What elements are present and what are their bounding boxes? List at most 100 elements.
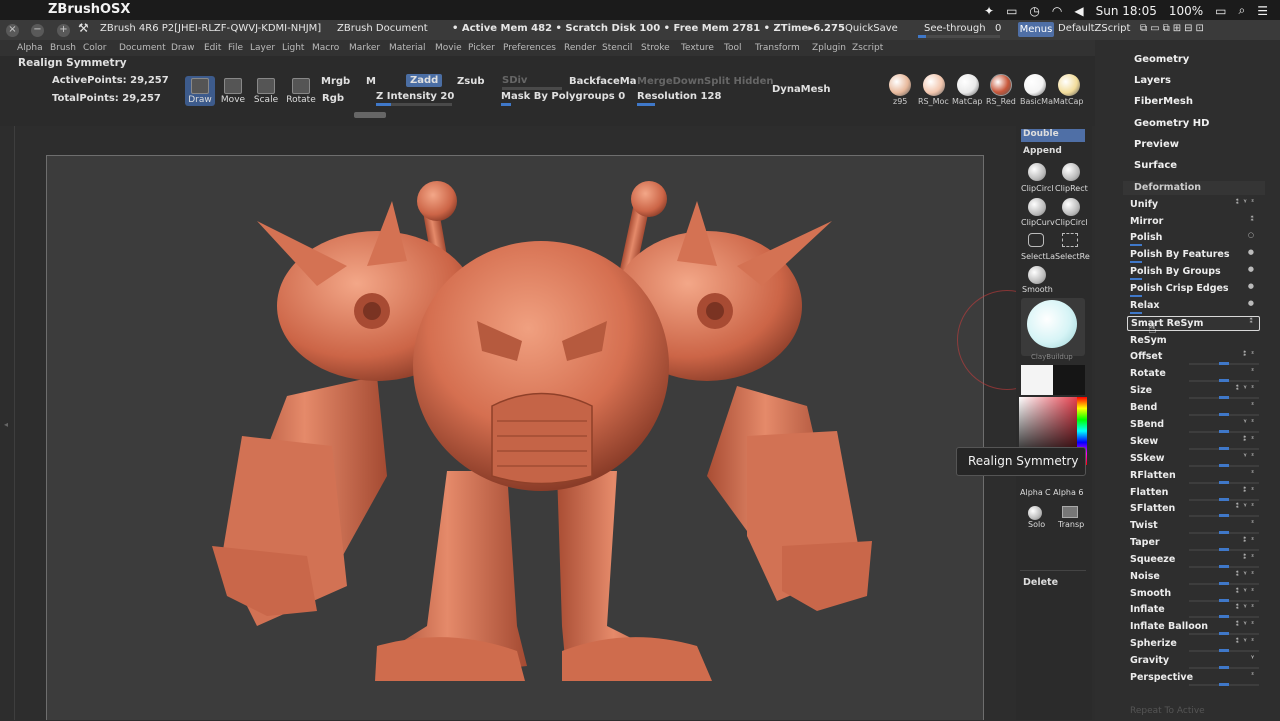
polish-toggle-icon[interactable]: ● bbox=[1248, 282, 1255, 290]
seethrough-value[interactable]: 0 bbox=[995, 23, 1001, 34]
menu-brush[interactable]: Brush bbox=[50, 43, 76, 53]
battery-text[interactable]: 100% bbox=[1169, 4, 1203, 18]
slider-knob[interactable] bbox=[1219, 565, 1229, 568]
alpha-label[interactable]: Alpha bbox=[1020, 488, 1043, 497]
shelf-scroll-handle[interactable] bbox=[354, 112, 386, 118]
slider-knob[interactable] bbox=[1219, 413, 1229, 416]
dynamesh-button[interactable]: DynaMesh bbox=[772, 84, 831, 95]
menu-alpha[interactable]: Alpha bbox=[17, 43, 43, 53]
append-button[interactable]: Append bbox=[1023, 146, 1062, 156]
cliprect-brush-icon[interactable] bbox=[1062, 163, 1080, 181]
menu-preferences[interactable]: Preferences bbox=[503, 43, 556, 53]
spotlight-icon[interactable]: ⌕ bbox=[1239, 3, 1246, 18]
deform-rflatten[interactable]: RFlatten ᶻ bbox=[1127, 469, 1260, 484]
deform-bend[interactable]: Bend ᶻ bbox=[1127, 401, 1260, 416]
selectrect-icon[interactable] bbox=[1062, 233, 1078, 247]
menu-stencil[interactable]: Stencil bbox=[602, 43, 632, 53]
split-hidden-button[interactable]: Split Hidden bbox=[704, 76, 774, 87]
material-z95-icon[interactable] bbox=[889, 74, 911, 96]
axis-icons[interactable]: ᵞ ᶻ bbox=[1244, 452, 1255, 460]
mrgb-button[interactable]: Mrgb bbox=[321, 76, 350, 87]
volume-icon[interactable]: ◀ bbox=[1074, 4, 1083, 18]
m-button[interactable]: M bbox=[366, 76, 376, 87]
axis-icons[interactable]: ⁑ ᵞ ᶻ bbox=[1236, 198, 1255, 206]
axis-icons[interactable]: ᶻ bbox=[1251, 671, 1255, 679]
deform-smart-resym[interactable]: Smart ReSym ⁑ bbox=[1127, 316, 1260, 331]
material-rs-red-icon[interactable] bbox=[990, 74, 1012, 96]
slider-knob[interactable] bbox=[1219, 582, 1229, 585]
zadd-button[interactable]: Zadd bbox=[406, 74, 443, 87]
deform-squeeze[interactable]: Squeeze ⁑ ᶻ bbox=[1127, 553, 1260, 568]
axis-icons[interactable]: ⁑ ᵞ ᶻ bbox=[1236, 384, 1255, 392]
close-icon[interactable]: × bbox=[6, 24, 19, 37]
polish-toggle-icon[interactable]: ● bbox=[1248, 265, 1255, 273]
axis-icons[interactable]: ⁑ ᶻ bbox=[1243, 486, 1255, 494]
clock-text[interactable]: Sun 18:05 bbox=[1096, 4, 1157, 18]
menu-transform[interactable]: Transform bbox=[755, 43, 800, 53]
axis-icons[interactable]: ⁑ bbox=[1249, 317, 1254, 325]
relax-toggle-icon[interactable]: ● bbox=[1248, 299, 1255, 307]
geometry-hd-header[interactable]: Geometry HD bbox=[1134, 118, 1209, 129]
deform-relax[interactable]: Relax ● bbox=[1127, 299, 1260, 314]
window-tools-icons[interactable]: ⧉▭⧉⊞⊟⊡ bbox=[1140, 23, 1207, 34]
deform-unify[interactable]: Unify ⁑ ᵞ ᶻ bbox=[1127, 198, 1260, 213]
deform-smooth[interactable]: Smooth ⁑ ᵞ ᶻ bbox=[1127, 587, 1260, 602]
menu-tool[interactable]: Tool bbox=[724, 43, 741, 53]
axis-icons[interactable]: ᵞ bbox=[1251, 654, 1255, 662]
deform-sflatten[interactable]: SFlatten ⁑ ᵞ ᶻ bbox=[1127, 502, 1260, 517]
axis-icons[interactable]: ⁑ bbox=[1250, 215, 1255, 223]
main-color-swatch[interactable] bbox=[1021, 365, 1053, 395]
minimize-icon[interactable]: − bbox=[31, 24, 44, 37]
menu-light[interactable]: Light bbox=[282, 43, 304, 53]
slider-knob[interactable] bbox=[1219, 599, 1229, 602]
smooth-brush-icon[interactable] bbox=[1028, 266, 1046, 284]
deform-gravity[interactable]: Gravity ᵞ bbox=[1127, 654, 1260, 669]
solo-icon[interactable] bbox=[1028, 506, 1042, 520]
menu-document[interactable]: Document bbox=[119, 43, 166, 53]
draw-button[interactable]: Draw bbox=[185, 76, 215, 106]
material-basicma-icon[interactable] bbox=[1024, 74, 1046, 96]
deform-sbend[interactable]: SBend ᵞ ᶻ bbox=[1127, 418, 1260, 433]
preview-header[interactable]: Preview bbox=[1134, 139, 1179, 150]
fibermesh-header[interactable]: FiberMesh bbox=[1134, 96, 1193, 107]
deform-polish[interactable]: Polish ○ bbox=[1127, 231, 1260, 246]
deform-perspective[interactable]: Perspective ᶻ bbox=[1127, 671, 1260, 686]
deformation-header[interactable]: Deformation bbox=[1134, 182, 1201, 193]
material-matcap-gold-icon[interactable] bbox=[1058, 74, 1080, 96]
axis-icons[interactable]: ⁑ ᵞ ᶻ bbox=[1236, 603, 1255, 611]
surface-header[interactable]: Surface bbox=[1134, 160, 1177, 171]
menu-draw[interactable]: Draw bbox=[171, 43, 195, 53]
menu-edit[interactable]: Edit bbox=[204, 43, 221, 53]
menu-marker[interactable]: Marker bbox=[349, 43, 380, 53]
deform-resym[interactable]: ReSym bbox=[1127, 334, 1260, 349]
mask-by-polygroups-slider[interactable]: Mask By Polygroups 0 bbox=[501, 91, 625, 102]
slider-knob[interactable] bbox=[1219, 498, 1229, 501]
mergedown-button[interactable]: MergeDown bbox=[637, 76, 704, 87]
axis-icons[interactable]: ⁑ ᵞ ᶻ bbox=[1236, 502, 1255, 510]
axis-icons[interactable]: ⁑ ᶻ bbox=[1243, 350, 1255, 358]
backface-mask-button[interactable]: BackfaceMa bbox=[569, 76, 636, 87]
deform-spherize[interactable]: Spherize ⁑ ᵞ ᶻ bbox=[1127, 637, 1260, 652]
slider-knob[interactable] bbox=[1219, 430, 1229, 433]
clipcurve-brush-icon[interactable] bbox=[1028, 198, 1046, 216]
deform-skew[interactable]: Skew ⁑ ᶻ bbox=[1127, 435, 1260, 450]
deform-polish-by-features[interactable]: Polish By Features ● bbox=[1127, 248, 1260, 263]
slider-knob[interactable] bbox=[1219, 531, 1229, 534]
resolution-slider[interactable]: Resolution 128 bbox=[637, 91, 721, 102]
deform-offset[interactable]: Offset ⁑ ᶻ bbox=[1127, 350, 1260, 365]
quicksave-button[interactable]: QuickSave bbox=[845, 23, 898, 34]
menu-macro[interactable]: Macro bbox=[312, 43, 339, 53]
zsub-button[interactable]: Zsub bbox=[457, 76, 484, 87]
sdiv-slider-label[interactable]: SDiv bbox=[502, 75, 527, 86]
repeat-to-active-button[interactable]: Repeat To Active bbox=[1130, 706, 1205, 716]
deform-rotate[interactable]: Rotate ᶻ bbox=[1127, 367, 1260, 382]
menu-stroke[interactable]: Stroke bbox=[641, 43, 670, 53]
menus-button[interactable]: Menus bbox=[1018, 22, 1054, 37]
axis-icons[interactable]: ⁑ ᵞ ᶻ bbox=[1236, 587, 1255, 595]
move-button[interactable]: Move bbox=[218, 76, 248, 106]
slider-knob[interactable] bbox=[1219, 649, 1229, 652]
seethrough-slider[interactable] bbox=[918, 35, 1000, 38]
c-alpha-slider[interactable]: C Alpha 6 bbox=[1045, 488, 1084, 497]
axis-icons[interactable]: ⁑ ᵞ ᶻ bbox=[1236, 620, 1255, 628]
robot-model[interactable] bbox=[47, 156, 985, 721]
